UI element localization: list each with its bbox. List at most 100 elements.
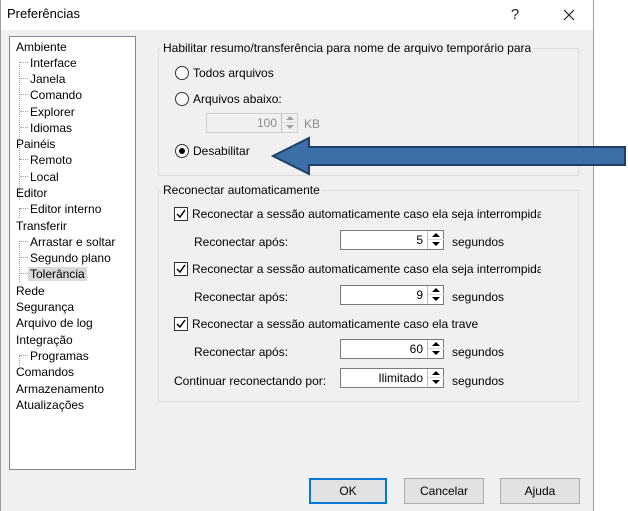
- reconnect-after-spinner-3[interactable]: 60: [340, 339, 444, 359]
- help-button[interactable]: Ajuda: [500, 478, 580, 504]
- reconnect-after-label-1: Reconectar após:: [194, 235, 289, 249]
- tree-item-segundo-plano[interactable]: Segundo plano: [30, 250, 111, 266]
- tree-item-label: Local: [30, 170, 59, 184]
- window-title: Preferências: [7, 6, 80, 21]
- tree-item-label: Arrastar e soltar: [30, 235, 116, 249]
- reconnect-hang-checkbox[interactable]: [174, 317, 188, 331]
- tree-item-comandos[interactable]: Comandos: [16, 364, 74, 380]
- ok-button[interactable]: OK: [309, 478, 387, 504]
- reconnect-after-value-1: 5: [416, 233, 423, 247]
- tree-item-arquivo-de-log[interactable]: Arquivo de log: [16, 315, 93, 331]
- tree-item-explorer[interactable]: Explorer: [30, 104, 75, 120]
- spinner-arrows[interactable]: [427, 340, 444, 358]
- tree-item-label: Comando: [30, 88, 83, 102]
- seconds-label-1: segundos: [452, 235, 505, 249]
- tree-item-ambiente[interactable]: Ambiente: [16, 39, 67, 55]
- spin-up-icon: [282, 114, 298, 123]
- tree-item-label: Janela: [30, 72, 66, 86]
- spin-up-icon[interactable]: [428, 231, 444, 240]
- tree-item-label: Rede: [16, 284, 45, 298]
- tree-item-idiomas[interactable]: Idiomas: [30, 120, 72, 136]
- size-threshold-spinner: 100: [206, 113, 298, 133]
- tree-item-janela[interactable]: Janela: [30, 71, 65, 87]
- tree-item-label: Editor: [16, 186, 48, 200]
- tree-item-programas[interactable]: Programas: [30, 348, 89, 364]
- tree-item-editor-interno[interactable]: Editor interno: [30, 201, 101, 217]
- tree-item-seguranca[interactable]: Segurança: [16, 299, 74, 315]
- tree-connector: [20, 159, 28, 160]
- size-threshold-value: 100: [256, 116, 277, 130]
- temp-file-group-title: Habilitar resumo/transferência para nome…: [161, 41, 534, 55]
- tree-item-tolerancia[interactable]: Tolerância: [28, 266, 87, 282]
- tree-item-local[interactable]: Local: [30, 169, 59, 185]
- tree-item-label: Segurança: [16, 300, 75, 314]
- tree-item-editor[interactable]: Editor: [16, 185, 47, 201]
- reconnect-interrupted-checkbox[interactable]: [174, 207, 188, 221]
- radio-all-files[interactable]: [175, 66, 189, 80]
- spin-down-icon[interactable]: [428, 378, 444, 387]
- spinner-arrows[interactable]: [427, 286, 444, 304]
- spin-down-icon[interactable]: [428, 349, 444, 358]
- reconnect-interrupted-label[interactable]: Reconectar a sessão automaticamente caso…: [192, 207, 541, 221]
- seconds-label-2: segundos: [452, 290, 505, 304]
- tree-item-paineis[interactable]: Painéis: [16, 136, 55, 152]
- tree-connector: [20, 62, 28, 63]
- tree-item-interface[interactable]: Interface: [30, 55, 77, 71]
- reconnect-interrupted-label-2[interactable]: Reconectar a sessão automaticamente caso…: [192, 262, 541, 276]
- title-bar: Preferências ?: [1, 0, 593, 30]
- tree-item-label: Explorer: [30, 105, 75, 119]
- tree-connector: [20, 94, 28, 95]
- reconnect-after-value-2: 9: [416, 288, 423, 302]
- tree-item-label: Idiomas: [30, 121, 73, 135]
- tree-connector: [20, 257, 28, 258]
- tree-connector: [20, 273, 28, 274]
- tree-item-label: Integração: [16, 333, 73, 347]
- tree-item-label: Transferir: [16, 219, 67, 233]
- continue-reconnecting-spinner[interactable]: Ilimitado: [340, 368, 444, 388]
- tree-item-atualizacoes[interactable]: Atualizações: [16, 397, 84, 413]
- tree-item-label: Painéis: [16, 137, 56, 151]
- continue-reconnecting-label: Continuar reconectando por:: [174, 374, 327, 388]
- close-icon[interactable]: [557, 4, 581, 26]
- tree-item-comando[interactable]: Comando: [30, 87, 82, 103]
- spin-down-icon[interactable]: [428, 240, 444, 249]
- tree-connector: [20, 208, 28, 209]
- tree-item-integracao[interactable]: Integração: [16, 332, 73, 348]
- tree-item-label: Programas: [30, 349, 89, 363]
- radio-disable-label[interactable]: Desabilitar: [193, 144, 250, 158]
- seconds-label-4: segundos: [452, 374, 505, 388]
- reconnect-after-label-3: Reconectar após:: [194, 345, 289, 359]
- reconnect-after-spinner-2[interactable]: 9: [340, 285, 444, 305]
- tree-item-remoto[interactable]: Remoto: [30, 152, 72, 168]
- spinner-arrows[interactable]: [427, 231, 444, 249]
- tree-item-armazenamento[interactable]: Armazenamento: [16, 381, 104, 397]
- radio-disable[interactable]: [175, 144, 189, 158]
- size-spinner-arrows: [281, 114, 298, 132]
- radio-all-files-label[interactable]: Todos arquivos: [193, 66, 274, 80]
- preferences-tree[interactable]: Ambiente Interface Janela Comando Explor…: [9, 36, 136, 470]
- reconnect-after-spinner-1[interactable]: 5: [340, 230, 444, 250]
- continue-reconnecting-value: Ilimitado: [378, 371, 423, 385]
- spin-up-icon[interactable]: [428, 369, 444, 378]
- tree-item-arrastar-e-soltar[interactable]: Arrastar e soltar: [30, 234, 115, 250]
- size-unit-label: KB: [304, 117, 321, 131]
- tree-item-transferir[interactable]: Transferir: [16, 218, 67, 234]
- spinner-arrows[interactable]: [427, 369, 444, 387]
- radio-files-below[interactable]: [175, 92, 189, 106]
- spin-down-icon[interactable]: [428, 295, 444, 304]
- tree-item-label: Armazenamento: [16, 382, 105, 396]
- reconnect-hang-label[interactable]: Reconectar a sessão automaticamente caso…: [192, 317, 478, 331]
- tree-item-label: Atualizações: [16, 398, 85, 412]
- tree-connector: [19, 208, 20, 218]
- tree-connector: [20, 127, 28, 128]
- tree-connector: [19, 241, 20, 282]
- cancel-button[interactable]: Cancelar: [404, 478, 484, 504]
- tree-item-label: Segundo plano: [30, 251, 111, 265]
- tree-item-rede[interactable]: Rede: [16, 283, 45, 299]
- radio-files-below-label[interactable]: Arquivos abaixo:: [193, 92, 282, 106]
- reconnect-group-title: Reconectar automaticamente: [161, 183, 322, 197]
- help-title-button[interactable]: ?: [503, 4, 527, 26]
- spin-up-icon[interactable]: [428, 286, 444, 295]
- spin-up-icon[interactable]: [428, 340, 444, 349]
- reconnect-interrupted-checkbox-2[interactable]: [174, 262, 188, 276]
